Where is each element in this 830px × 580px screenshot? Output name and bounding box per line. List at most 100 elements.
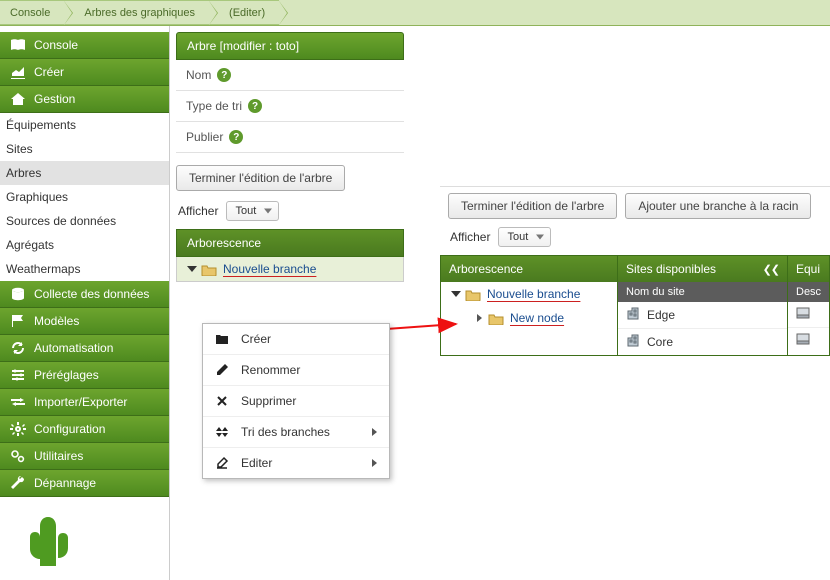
finish-edit-button[interactable]: Terminer l'édition de l'arbre	[176, 165, 345, 191]
sidebar-item-console[interactable]: Console	[0, 32, 169, 59]
sidebar-item-presets[interactable]: Préréglages	[0, 362, 169, 389]
sidebar-item-create[interactable]: Créer	[0, 59, 169, 86]
folder-icon	[488, 312, 504, 325]
site-icon	[626, 307, 640, 323]
col-equip-header: Equi	[788, 256, 829, 282]
collapse-icon[interactable]: ❮❮	[763, 263, 779, 276]
wrench-icon	[10, 476, 26, 490]
sidebar-item-weathermaps[interactable]: Weathermaps	[0, 257, 169, 281]
tree-node-new-branch[interactable]: Nouvelle branche	[177, 257, 403, 281]
filter-dropdown[interactable]: Tout	[226, 201, 279, 221]
sidebar-label: Utilitaires	[34, 449, 83, 463]
breadcrumb-console[interactable]: Console	[0, 0, 64, 25]
field-sort: Type de tri ?	[176, 91, 404, 122]
help-icon[interactable]: ?	[229, 130, 243, 144]
site-row[interactable]: Core	[618, 328, 787, 355]
col-sites-header[interactable]: Sites disponibles ❮❮	[618, 256, 787, 282]
refresh-icon	[10, 341, 26, 355]
sidebar-item-trees[interactable]: Arbres	[0, 161, 169, 185]
ctx-label: Tri des branches	[241, 425, 330, 439]
sidebar-item-utilities[interactable]: Utilitaires	[0, 443, 169, 470]
sidebar-item-troubleshoot[interactable]: Dépannage	[0, 470, 169, 497]
filter-row: Afficher Tout	[176, 197, 404, 229]
sort-icon	[215, 425, 229, 439]
sidebar-item-datasources[interactable]: Sources de données	[0, 209, 169, 233]
col-tree-header: Arborescence	[441, 256, 617, 282]
finish-edit-button[interactable]: Terminer l'édition de l'arbre	[448, 193, 617, 219]
add-root-branch-button[interactable]: Ajouter une branche à la racin	[625, 193, 811, 219]
site-row[interactable]: Edge	[618, 302, 787, 328]
col-equip-subheader: Desc	[788, 282, 829, 302]
sidebar-item-aggregates[interactable]: Agrégats	[0, 233, 169, 257]
sidebar-item-models[interactable]: Modèles	[0, 308, 169, 335]
context-menu: Créer Renommer Supprimer Tri des branche…	[202, 323, 390, 479]
folder-plus-icon	[215, 333, 229, 345]
equip-row[interactable]	[788, 302, 829, 327]
tree-node-new-node[interactable]: New node	[441, 306, 617, 330]
sidebar-item-collect[interactable]: Collecte des données	[0, 281, 169, 308]
sidebar-label: Importer/Exporter	[34, 395, 127, 409]
ctx-edit[interactable]: Editer	[203, 447, 389, 478]
breadcrumb-trees[interactable]: Arbres des graphiques	[64, 0, 209, 25]
tree-edit-panel-after: Terminer l'édition de l'arbre Ajouter un…	[440, 186, 830, 356]
tree-node-new-branch[interactable]: Nouvelle branche	[441, 282, 617, 306]
site-name: Core	[647, 335, 673, 349]
edit-icon	[215, 456, 229, 470]
col-label: Arborescence	[449, 262, 523, 276]
sidebar-label: Créer	[34, 65, 64, 79]
pencil-icon	[215, 363, 229, 377]
sidebar-sub-label: Sites	[6, 142, 33, 156]
sidebar-item-manage[interactable]: Gestion	[0, 86, 169, 113]
tree-column-header: Arborescence	[176, 229, 404, 257]
folder-icon	[465, 288, 481, 301]
filter-label: Afficher	[178, 204, 218, 218]
flag-icon	[10, 314, 26, 328]
field-label: Nom	[186, 68, 211, 82]
help-icon[interactable]: ?	[217, 68, 231, 82]
expand-icon[interactable]	[451, 291, 461, 297]
ctx-sort-branches[interactable]: Tri des branches	[203, 416, 389, 447]
expand-icon[interactable]	[187, 266, 197, 272]
sidebar-item-import-export[interactable]: Importer/Exporter	[0, 389, 169, 416]
sidebar: Console Créer Gestion Équipements Sites …	[0, 26, 170, 580]
device-icon	[796, 307, 810, 322]
cactus-logo	[0, 497, 169, 580]
import-export-icon	[10, 395, 26, 409]
col-label: Sites disponibles	[626, 262, 716, 276]
sidebar-label: Dépannage	[34, 476, 96, 490]
sidebar-label: Console	[34, 38, 78, 52]
sidebar-item-sites[interactable]: Sites	[0, 137, 169, 161]
sidebar-sub-label: Sources de données	[6, 214, 116, 228]
help-icon[interactable]: ?	[248, 99, 262, 113]
col-sites-subheader: Nom du site	[618, 282, 787, 302]
node-label: New node	[510, 311, 564, 325]
database-icon	[10, 287, 26, 301]
sliders-icon	[10, 368, 26, 382]
ctx-label: Créer	[241, 332, 271, 346]
sidebar-sub-label: Graphiques	[6, 190, 68, 204]
sidebar-sub-label: Arbres	[6, 166, 41, 180]
home-icon	[10, 92, 26, 106]
field-name: Nom ?	[176, 60, 404, 91]
ctx-delete[interactable]: Supprimer	[203, 385, 389, 416]
sidebar-label: Gestion	[34, 92, 75, 106]
tree-edit-panel: Arbre [modifier : toto] Nom ? Type de tr…	[170, 26, 410, 282]
ctx-create[interactable]: Créer	[203, 324, 389, 354]
gear-icon	[10, 422, 26, 436]
sidebar-label: Configuration	[34, 422, 105, 436]
gears-icon	[10, 449, 26, 463]
expand-icon[interactable]	[477, 314, 482, 322]
sidebar-item-config[interactable]: Configuration	[0, 416, 169, 443]
filter-dropdown[interactable]: Tout	[498, 227, 551, 247]
chevron-right-icon	[372, 428, 377, 436]
equip-row[interactable]	[788, 327, 829, 353]
node-label: Nouvelle branche	[223, 262, 316, 276]
ctx-label: Renommer	[241, 363, 300, 377]
site-icon	[626, 334, 640, 350]
sidebar-item-equipments[interactable]: Équipements	[0, 113, 169, 137]
ctx-rename[interactable]: Renommer	[203, 354, 389, 385]
sidebar-item-automation[interactable]: Automatisation	[0, 335, 169, 362]
breadcrumb-edit[interactable]: (Editer)	[209, 0, 279, 25]
sidebar-sub-label: Weathermaps	[6, 262, 80, 276]
sidebar-item-graphs[interactable]: Graphiques	[0, 185, 169, 209]
